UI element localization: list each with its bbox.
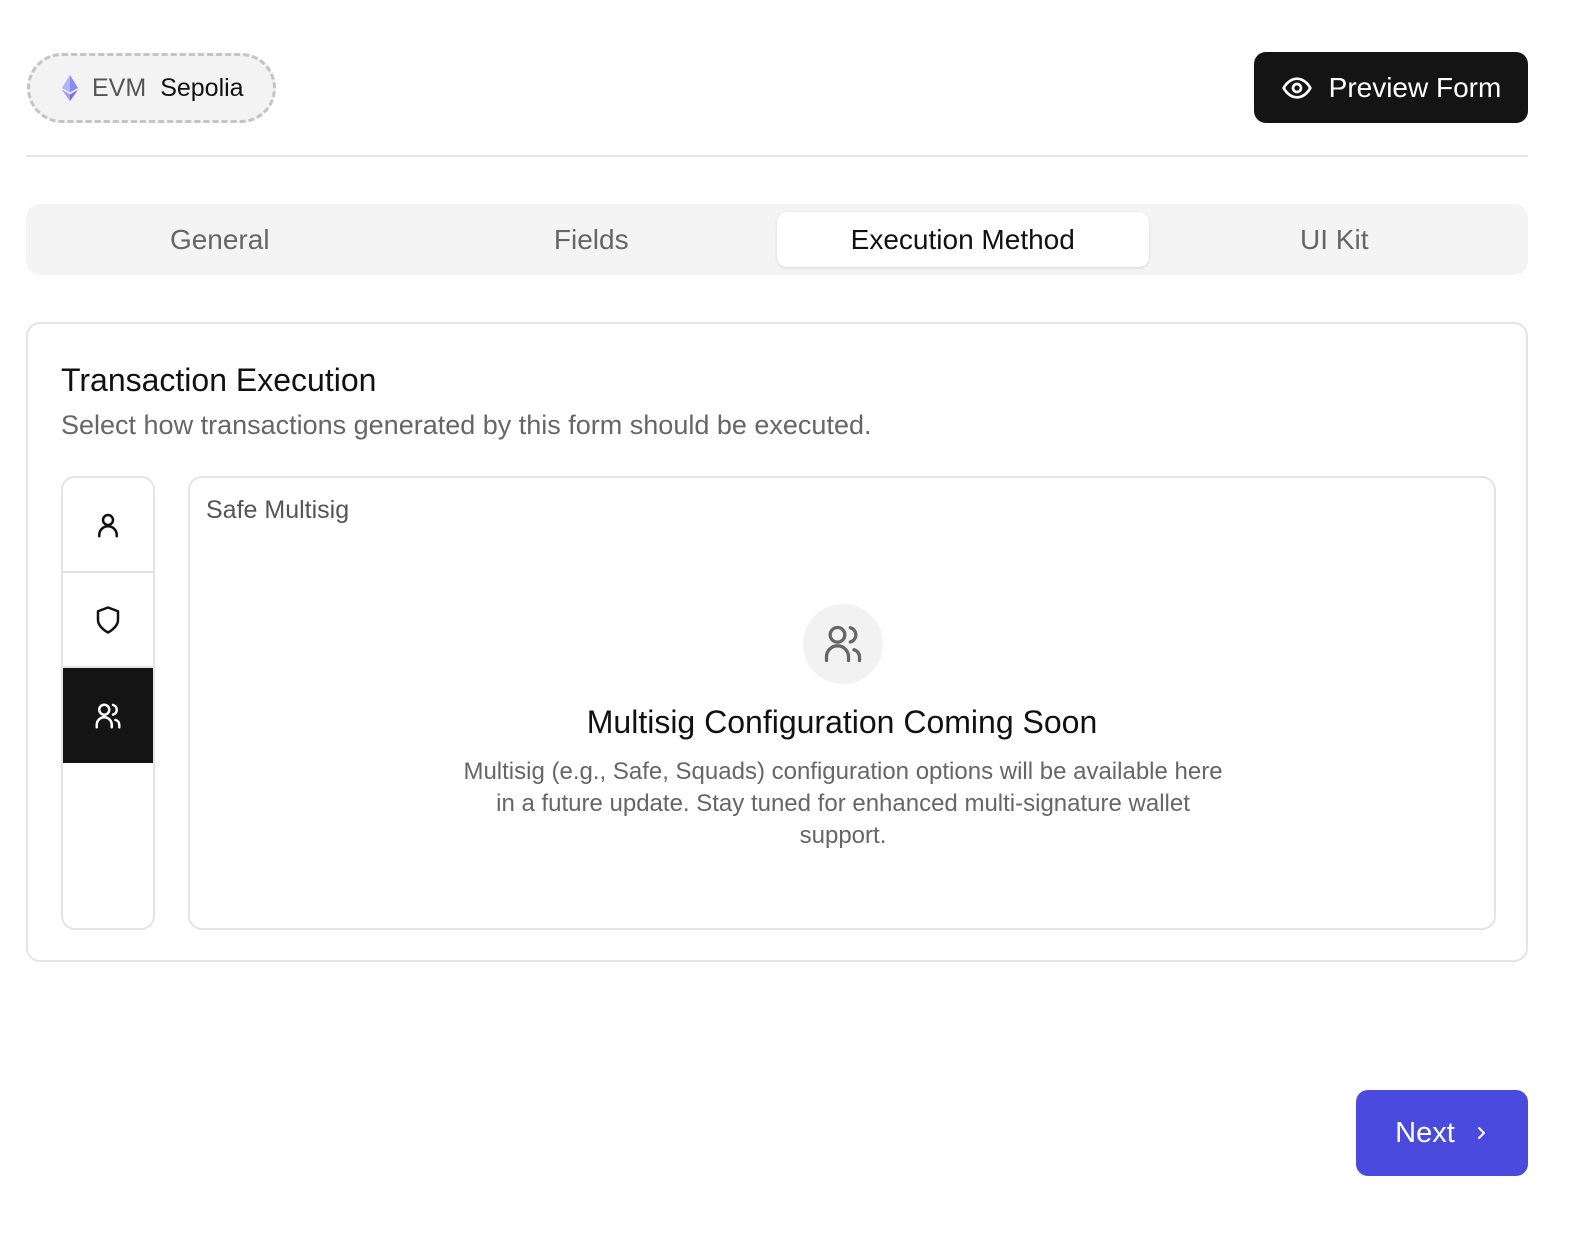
card-subtitle: Select how transactions generated by thi…	[61, 410, 872, 440]
network-ecosystem: EVM	[92, 73, 147, 102]
empty-state-title: Multisig Configuration Coming Soon	[586, 704, 1098, 740]
next-button[interactable]: Next	[1356, 1090, 1528, 1176]
page: EVM Sepolia Preview Form General Fields …	[0, 0, 1586, 1242]
card-title: Transaction Execution	[61, 362, 377, 398]
tab-bar: General Fields Execution Method UI Kit	[26, 204, 1528, 275]
tab-execution-method[interactable]: Execution Method	[777, 212, 1149, 267]
tab-fields[interactable]: Fields	[406, 212, 778, 267]
users-icon	[824, 625, 862, 663]
empty-state-icon	[803, 604, 883, 684]
preview-form-label: Preview Form	[1328, 71, 1502, 103]
next-label: Next	[1395, 1116, 1455, 1149]
tab-general[interactable]: General	[34, 212, 406, 267]
network-badge[interactable]: EVM Sepolia	[27, 53, 276, 123]
method-item-eoa[interactable]	[63, 478, 153, 573]
execution-method-list	[61, 476, 155, 930]
chevron-right-icon	[1477, 1127, 1485, 1139]
preview-form-button[interactable]: Preview Form	[1254, 52, 1528, 123]
empty-state-description: Multisig (e.g., Safe, Squads) configurat…	[463, 758, 1223, 849]
panel-label: Safe Multisig	[206, 496, 350, 524]
transaction-execution-card: Transaction Execution Select how transac…	[26, 322, 1528, 962]
method-item-multisig[interactable]	[63, 668, 153, 763]
tab-ui-kit[interactable]: UI Kit	[1149, 212, 1521, 267]
shield-icon	[96, 605, 120, 634]
eye-icon	[1281, 76, 1312, 99]
ethereum-icon	[62, 75, 78, 101]
header-divider	[26, 155, 1528, 157]
network-name: Sepolia	[160, 73, 244, 102]
user-icon	[98, 513, 118, 537]
multisig-detail-panel: Safe Multisig Multisig Configuration Com…	[188, 476, 1496, 930]
method-item-relayer[interactable]	[63, 573, 153, 668]
users-icon	[95, 703, 121, 728]
